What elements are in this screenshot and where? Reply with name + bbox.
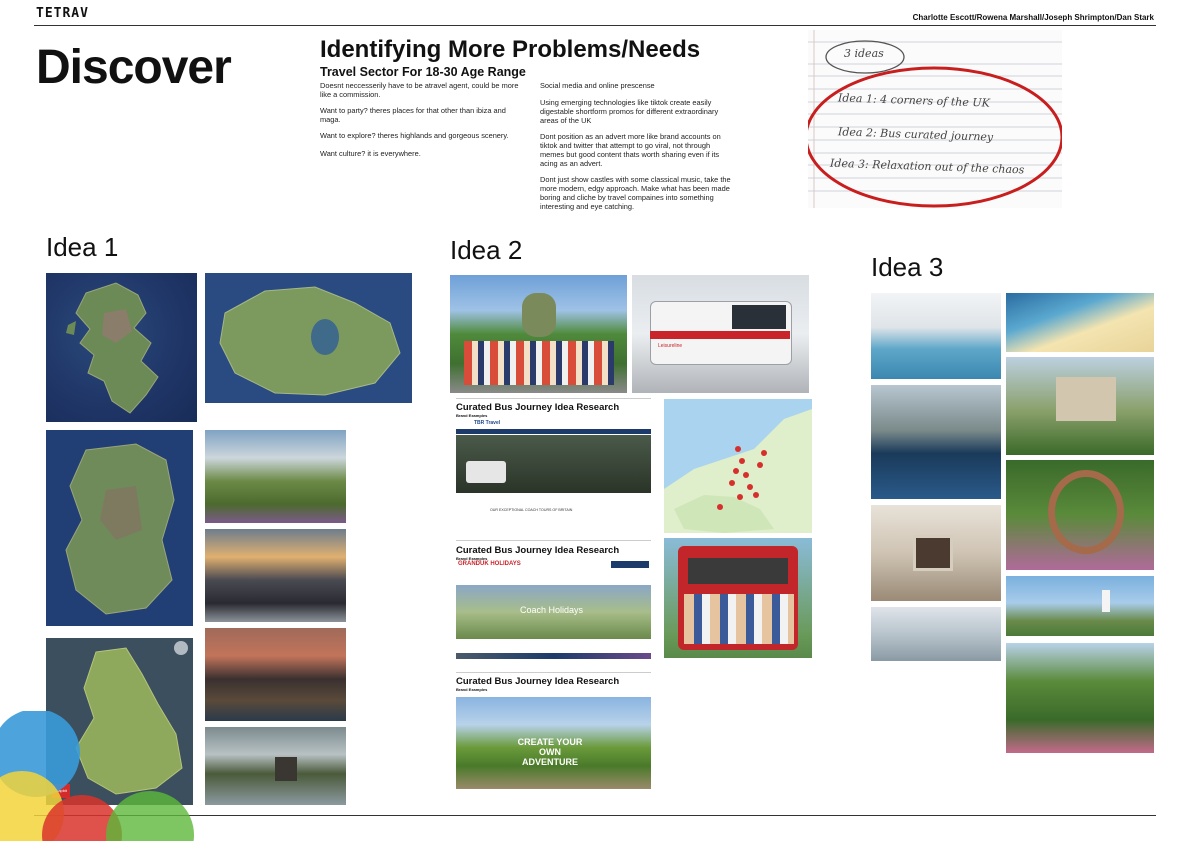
research-slide-1-footer: OUR EXCEPTIONAL COACH TOURS OF BRITAIN bbox=[490, 508, 573, 512]
country-house-shape bbox=[1056, 377, 1116, 421]
problems-left-p4: Want culture? it is everywhere. bbox=[320, 149, 421, 158]
notes-heading: 3 ideas bbox=[844, 47, 884, 60]
landscape-photo-coast-rocks bbox=[205, 529, 346, 622]
footer-divider bbox=[34, 815, 1156, 816]
problems-right-p1: Social media and online prescense bbox=[540, 81, 655, 90]
research-slide-1-sub: Brand Examples bbox=[456, 413, 488, 418]
problems-left-p1: Doesnt neccesserily have to be atravel a… bbox=[320, 81, 519, 99]
indoor-pool-photo bbox=[871, 385, 1001, 499]
route-map-svg bbox=[664, 409, 812, 533]
coach-stripe bbox=[650, 331, 790, 339]
scotland-landmass bbox=[66, 282, 159, 414]
double-decker-window bbox=[688, 558, 788, 584]
group-people bbox=[464, 341, 614, 385]
header-divider bbox=[34, 25, 1156, 26]
research-slide-2: Curated Bus Journey Idea Research Brand … bbox=[456, 540, 651, 667]
northern-ireland-satellite-image bbox=[205, 273, 412, 403]
formal-garden-photo bbox=[1006, 643, 1154, 753]
notebook-photo: 3 ideas Idea 1: 4 corners of the UK Idea… bbox=[808, 30, 1062, 208]
landscape-photo-mountain bbox=[205, 628, 346, 721]
research-slide-2-title: Curated Bus Journey Idea Research bbox=[456, 545, 620, 556]
problems-right-p2: Using emerging technologies like tiktok … bbox=[540, 98, 719, 125]
coach-bus-photo: Leisureline bbox=[632, 275, 809, 393]
research-slide-2-brand: GRANDUK HOLIDAYS bbox=[458, 561, 521, 567]
problems-title: Identifying More Problems/Needs bbox=[320, 36, 701, 63]
research-slide-3-title: Curated Bus Journey Idea Research bbox=[456, 676, 620, 687]
ni-landmass bbox=[219, 286, 401, 396]
research-slide-1: Curated Bus Journey Idea Research Brand … bbox=[456, 398, 651, 527]
beach-photo bbox=[1006, 293, 1154, 352]
authors-line: Charlotte Escott/Rowena Marshall/Joseph … bbox=[912, 13, 1154, 22]
fireplace-shape bbox=[913, 535, 953, 571]
decorative-circles bbox=[0, 711, 194, 841]
research-slide-3: Curated Bus Journey Idea Research Brand … bbox=[456, 672, 651, 819]
idea2-label: Idea 2 bbox=[450, 235, 523, 265]
garden-arch bbox=[1048, 470, 1124, 554]
coach-window bbox=[732, 305, 786, 329]
giant-head-shape bbox=[522, 293, 556, 337]
coach-brand: Leisureline bbox=[658, 343, 683, 349]
idea3-label: Idea 3 bbox=[871, 252, 944, 282]
sw-england-route-map bbox=[664, 399, 812, 533]
lighthouse-coast-photo bbox=[1006, 576, 1154, 636]
research-slide-2-hero-text: Coach Holidays bbox=[520, 605, 584, 615]
spa-bath-photo bbox=[871, 607, 1001, 661]
wales-landmass bbox=[65, 443, 175, 615]
castle-shape bbox=[275, 757, 297, 781]
research-slide-2-band bbox=[456, 653, 651, 659]
green-circle bbox=[106, 791, 194, 841]
problems-right-p4: Dont just show castles with some classic… bbox=[540, 175, 731, 211]
problems-left-p2: Want to party? theres places for that ot… bbox=[320, 106, 506, 124]
lighthouse-shape bbox=[1102, 590, 1110, 612]
country-house-photo bbox=[1006, 357, 1154, 455]
problems-left-p3: Want to explore? theres highlands and go… bbox=[320, 131, 509, 140]
research-slide-2-nav-button bbox=[611, 561, 649, 568]
landscape-photo-hills bbox=[205, 430, 346, 523]
research-slide-1-brand: TBR Travel bbox=[474, 420, 501, 426]
spa-pool-photo bbox=[871, 293, 1001, 379]
problems-right-p3: Dont position as an advert more like bra… bbox=[540, 132, 721, 168]
bus-passengers bbox=[684, 594, 794, 644]
research-slide-1-navbar bbox=[456, 429, 651, 434]
problems-subtitle: Travel Sector For 18-30 Age Range bbox=[320, 65, 526, 79]
landscape-photo-castle bbox=[205, 727, 346, 805]
wales-satellite-image bbox=[46, 430, 193, 626]
brand-logo: TETRAV bbox=[36, 6, 89, 21]
double-decker-group-photo bbox=[664, 538, 812, 658]
garden-arch-photo bbox=[1006, 460, 1154, 570]
research-slide-3-sub: Brand Examples bbox=[456, 687, 488, 692]
research-slide-1-bus bbox=[466, 461, 506, 483]
page-title: Discover bbox=[36, 41, 232, 94]
research-slide-3-hero-text: CREATE YOUR OWN ADVENTURE bbox=[517, 737, 583, 767]
idea1-label: Idea 1 bbox=[46, 232, 119, 262]
lounge-fireplace-photo bbox=[871, 505, 1001, 601]
research-slide-1-title: Curated Bus Journey Idea Research bbox=[456, 402, 620, 413]
scotland-satellite-image bbox=[46, 273, 197, 422]
group-photo-giant-head bbox=[450, 275, 627, 393]
